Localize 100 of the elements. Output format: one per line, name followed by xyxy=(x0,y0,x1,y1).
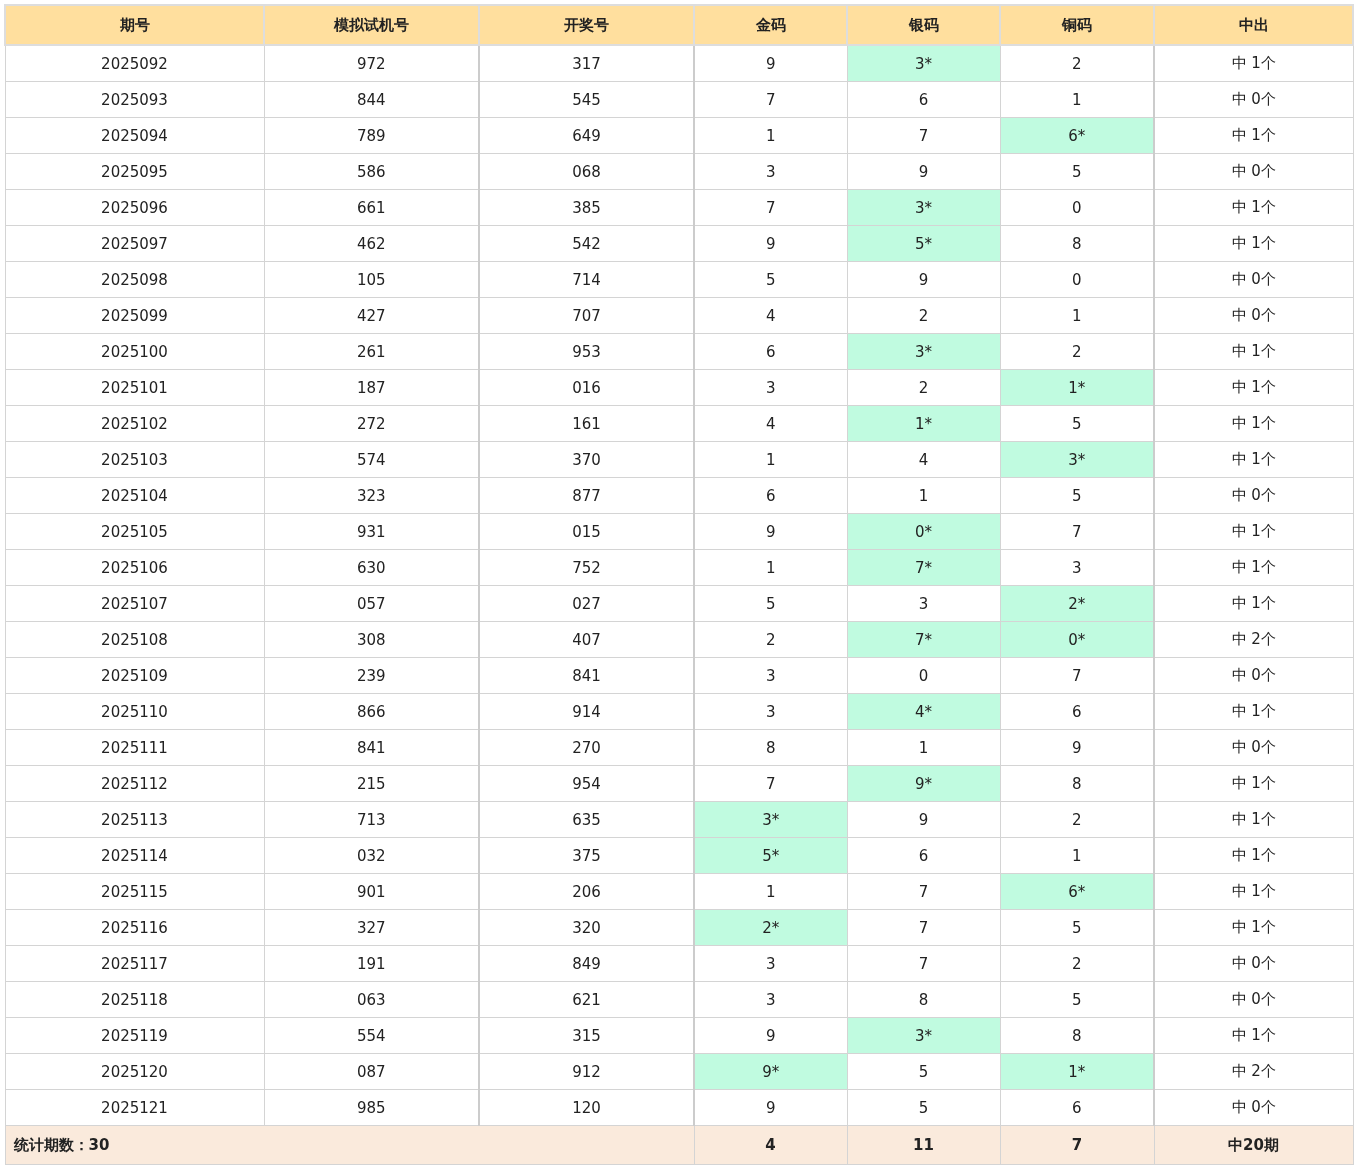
period-cell: 2025095 xyxy=(5,153,264,190)
code-cell: 9 xyxy=(847,153,1000,190)
code-cell: 2 xyxy=(1000,45,1154,82)
period-cell: 2025116 xyxy=(5,909,264,946)
draw-number-cell: 407 xyxy=(479,621,694,658)
result-cell: 中 0个 xyxy=(1154,945,1353,982)
code-cell: 3 xyxy=(694,693,847,730)
result-cell: 中 2个 xyxy=(1154,1053,1353,1090)
trial-number-cell: 239 xyxy=(264,657,479,694)
trial-number-cell: 931 xyxy=(264,513,479,550)
code-cell: 6 xyxy=(1000,693,1154,730)
code-cell: 5 xyxy=(1000,909,1154,946)
draw-number-cell: 953 xyxy=(479,333,694,370)
draw-number-cell: 385 xyxy=(479,189,694,226)
code-cell: 1 xyxy=(694,117,847,154)
result-cell: 中 0个 xyxy=(1154,1089,1353,1126)
column-header: 银码 xyxy=(847,5,1000,45)
trial-number-cell: 323 xyxy=(264,477,479,514)
period-cell: 2025098 xyxy=(5,261,264,298)
code-cell: 5* xyxy=(694,837,847,874)
code-cell: 7* xyxy=(847,549,1000,586)
period-count-cell: 统计期数：30 xyxy=(5,1125,694,1165)
result-cell: 中 1个 xyxy=(1154,513,1353,550)
period-cell: 2025109 xyxy=(5,657,264,694)
code-cell: 6 xyxy=(1000,1089,1154,1126)
result-cell: 中 1个 xyxy=(1154,189,1353,226)
result-cell: 中 1个 xyxy=(1154,801,1353,838)
result-cell: 中 1个 xyxy=(1154,45,1353,82)
code-cell: 7 xyxy=(847,117,1000,154)
code-cell: 9 xyxy=(694,225,847,262)
code-cell: 6 xyxy=(847,837,1000,874)
period-cell: 2025096 xyxy=(5,189,264,226)
draw-number-cell: 707 xyxy=(479,297,694,334)
trial-number-cell: 063 xyxy=(264,981,479,1018)
trial-number-cell: 713 xyxy=(264,801,479,838)
draw-number-cell: 621 xyxy=(479,981,694,1018)
period-cell: 2025106 xyxy=(5,549,264,586)
draw-number-cell: 317 xyxy=(479,45,694,82)
code-cell: 2 xyxy=(847,297,1000,334)
result-cell: 中 2个 xyxy=(1154,621,1353,658)
code-cell: 7* xyxy=(847,621,1000,658)
trial-number-cell: 586 xyxy=(264,153,479,190)
summary-cell: 中20期 xyxy=(1154,1125,1353,1165)
result-cell: 中 1个 xyxy=(1154,693,1353,730)
code-cell: 5 xyxy=(694,261,847,298)
result-cell: 中 0个 xyxy=(1154,477,1353,514)
period-cell: 2025118 xyxy=(5,981,264,1018)
result-cell: 中 1个 xyxy=(1154,1017,1353,1054)
trial-number-cell: 866 xyxy=(264,693,479,730)
code-cell: 3* xyxy=(694,801,847,838)
code-cell: 6 xyxy=(847,81,1000,118)
result-cell: 中 0个 xyxy=(1154,261,1353,298)
draw-number-cell: 015 xyxy=(479,513,694,550)
total-cell: 11 xyxy=(847,1125,1000,1165)
period-cell: 2025103 xyxy=(5,441,264,478)
result-cell: 中 1个 xyxy=(1154,549,1353,586)
trial-number-cell: 630 xyxy=(264,549,479,586)
draw-number-cell: 714 xyxy=(479,261,694,298)
draw-number-cell: 370 xyxy=(479,441,694,478)
draw-number-cell: 270 xyxy=(479,729,694,766)
result-cell: 中 1个 xyxy=(1154,765,1353,802)
code-cell: 7 xyxy=(694,81,847,118)
trial-number-cell: 057 xyxy=(264,585,479,622)
code-cell: 2 xyxy=(847,369,1000,406)
draw-number-cell: 635 xyxy=(479,801,694,838)
code-cell: 1 xyxy=(694,441,847,478)
column-header: 金码 xyxy=(694,5,847,45)
result-cell: 中 0个 xyxy=(1154,81,1353,118)
code-cell: 8 xyxy=(694,729,847,766)
period-cell: 2025107 xyxy=(5,585,264,622)
code-cell: 5 xyxy=(847,1053,1000,1090)
code-cell: 7 xyxy=(847,909,1000,946)
code-cell: 2 xyxy=(1000,801,1154,838)
code-cell: 2* xyxy=(694,909,847,946)
code-cell: 0* xyxy=(1000,621,1154,658)
code-cell: 7 xyxy=(1000,513,1154,550)
trial-number-cell: 901 xyxy=(264,873,479,910)
code-cell: 1* xyxy=(847,405,1000,442)
code-cell: 3 xyxy=(847,585,1000,622)
code-cell: 9 xyxy=(1000,729,1154,766)
code-cell: 1 xyxy=(1000,81,1154,118)
trial-number-cell: 574 xyxy=(264,441,479,478)
result-cell: 中 0个 xyxy=(1154,153,1353,190)
code-cell: 3 xyxy=(1000,549,1154,586)
code-cell: 9* xyxy=(694,1053,847,1090)
period-cell: 2025097 xyxy=(5,225,264,262)
code-cell: 8 xyxy=(847,981,1000,1018)
period-cell: 2025111 xyxy=(5,729,264,766)
code-cell: 8 xyxy=(1000,225,1154,262)
period-cell: 2025114 xyxy=(5,837,264,874)
trial-number-cell: 844 xyxy=(264,81,479,118)
code-cell: 9 xyxy=(694,1089,847,1126)
trial-number-cell: 554 xyxy=(264,1017,479,1054)
period-cell: 2025110 xyxy=(5,693,264,730)
column-header: 期号 xyxy=(5,5,264,45)
trial-number-cell: 661 xyxy=(264,189,479,226)
draw-number-cell: 752 xyxy=(479,549,694,586)
code-cell: 0 xyxy=(847,657,1000,694)
code-cell: 3* xyxy=(847,45,1000,82)
code-cell: 7 xyxy=(694,765,847,802)
